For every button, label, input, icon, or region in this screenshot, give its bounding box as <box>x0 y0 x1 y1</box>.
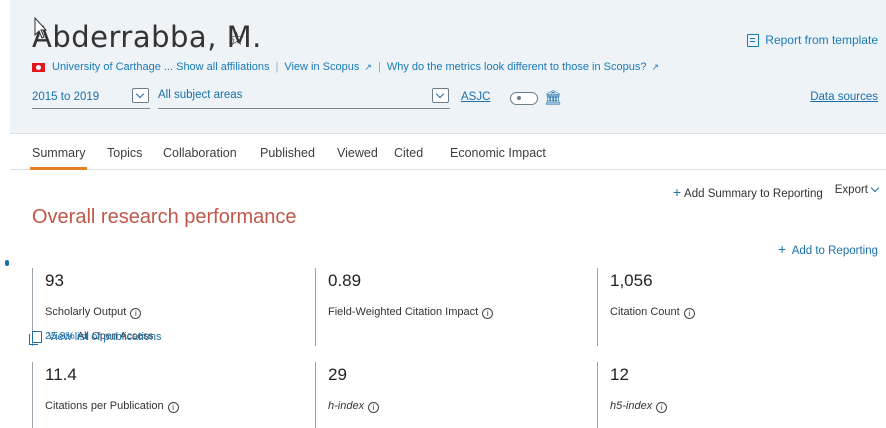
page-actions: + Add Summary to Reporting Export <box>673 183 880 200</box>
view-publications-link[interactable]: View list of publications <box>29 331 162 345</box>
data-sources-link[interactable]: Data sources <box>810 91 878 103</box>
tab-topics[interactable]: Topics <box>107 146 142 160</box>
tab-cited[interactable]: Cited <box>394 146 423 160</box>
view-publications-label: View list of publications <box>48 331 162 343</box>
metric-value: 1,056 <box>610 271 653 290</box>
date-range-underline <box>32 108 150 109</box>
metric-citations-per-publication: 11.4 Citations per Publication i <box>32 362 179 428</box>
chevron-down-icon <box>870 183 880 193</box>
metric-value: 0.89 <box>328 271 362 290</box>
external-link-icon: ↗ <box>651 62 660 72</box>
metric-label: Scholarly Output i <box>45 306 142 319</box>
filter-row: 2015 to 2019 All subject areas ASJC 🏛 Da… <box>32 86 878 110</box>
tab-bar: Summary Topics Collaboration Published V… <box>10 134 886 170</box>
add-to-reporting-button[interactable]: + Add to Reporting <box>778 241 878 257</box>
info-icon[interactable]: i <box>683 308 695 319</box>
info-icon[interactable]: i <box>167 402 179 413</box>
tab-published[interactable]: Published <box>260 146 315 160</box>
subject-area-underline <box>158 108 450 109</box>
view-in-scopus-link[interactable]: View in Scopus ↗ <box>284 61 372 73</box>
metric-citation-count: 1,056 Citation Count i <box>597 268 695 346</box>
metric-label: Field-Weighted Citation Impact i <box>328 306 494 319</box>
profile-header: Abderrabba, M. ☆ Report from template Un… <box>10 0 886 134</box>
report-from-template-label: Report from template <box>765 33 878 47</box>
info-icon[interactable]: i <box>656 402 668 413</box>
section-title: Overall research performance <box>32 206 297 228</box>
affiliation-row: University of Carthage ... Show all affi… <box>32 61 659 73</box>
asjc-link[interactable]: ASJC <box>461 91 490 103</box>
date-range-select[interactable]: 2015 to 2019 <box>32 91 99 103</box>
report-from-template-button[interactable]: Report from template <box>747 33 878 47</box>
institution-icon[interactable]: 🏛 <box>544 89 562 106</box>
tab-economic-impact[interactable]: Economic Impact <box>450 146 546 160</box>
metric-value: 11.4 <box>45 365 77 384</box>
plus-icon: + <box>672 184 682 200</box>
left-edge-marker <box>5 260 9 266</box>
documents-icon <box>29 331 42 345</box>
tab-viewed[interactable]: Viewed <box>337 146 378 160</box>
divider: | <box>377 61 381 73</box>
date-range-dropdown-icon[interactable] <box>132 88 149 103</box>
metric-label: Citation Count i <box>610 306 695 319</box>
star-icon[interactable]: ☆ <box>228 28 245 51</box>
export-button[interactable]: Export <box>835 183 880 200</box>
tunisia-flag-icon <box>32 62 45 72</box>
metric-value: 12 <box>610 365 629 384</box>
metric-label: Citations per Publication i <box>45 400 179 413</box>
info-icon[interactable]: i <box>368 402 380 413</box>
metric-value: 93 <box>45 271 64 290</box>
divider: | <box>275 61 279 73</box>
plus-icon: + <box>777 241 787 257</box>
why-metrics-link[interactable]: Why do the metrics look different to tho… <box>387 61 659 73</box>
affiliation-link[interactable]: University of Carthage ... Show all affi… <box>52 61 269 73</box>
external-link-icon: ↗ <box>364 62 372 72</box>
info-icon[interactable]: i <box>130 308 142 319</box>
subject-area-select[interactable]: All subject areas <box>158 89 242 101</box>
info-icon[interactable]: i <box>482 308 494 319</box>
add-summary-button[interactable]: + Add Summary to Reporting <box>673 184 823 200</box>
subject-area-dropdown-icon[interactable] <box>432 88 449 103</box>
report-icon <box>747 33 760 47</box>
metric-h-index: 29 h-index i <box>315 362 380 428</box>
metric-value: 29 <box>328 365 347 384</box>
metric-label: h5-index i <box>610 400 668 413</box>
metric-fwci: 0.89 Field-Weighted Citation Impact i <box>315 268 494 346</box>
tab-summary[interactable]: Summary <box>29 146 88 170</box>
metric-h5-index: 12 h5-index i <box>597 362 668 428</box>
asjc-toggle[interactable] <box>510 92 538 105</box>
metric-label: h-index i <box>328 400 380 413</box>
tab-collaboration[interactable]: Collaboration <box>163 146 237 160</box>
